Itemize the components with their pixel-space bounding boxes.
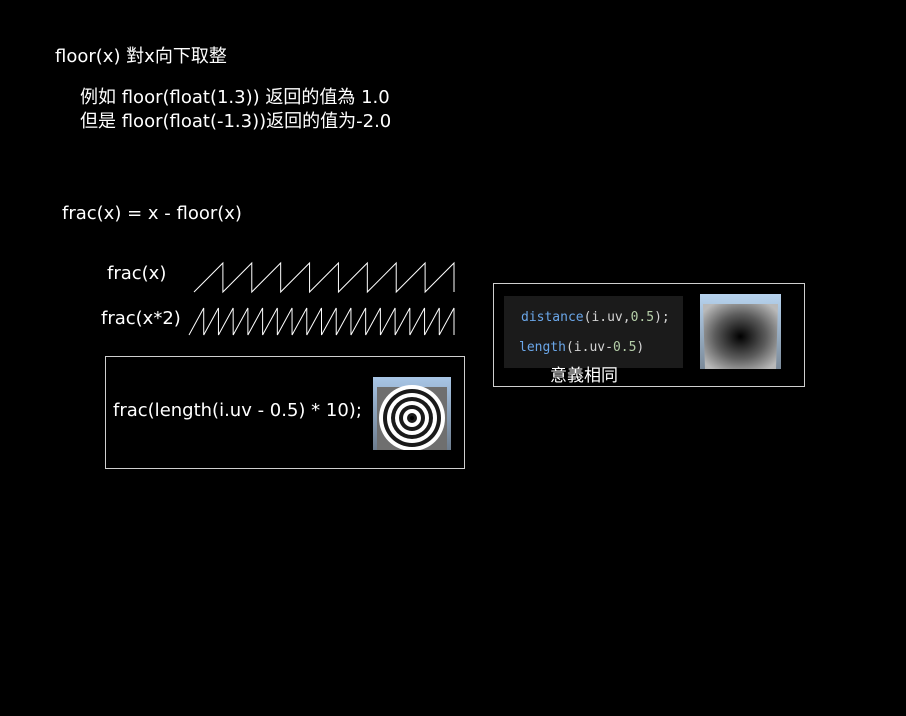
same-meaning-caption: 意義相同: [550, 366, 618, 386]
frac-x-sawtooth: [193, 261, 455, 294]
code-length-num: 0.5: [612, 340, 637, 355]
rings-code-text: frac(length(i.uv - 0.5) * 10);: [113, 400, 362, 421]
rings-example-box: frac(length(i.uv - 0.5) * 10);: [105, 356, 465, 469]
code-line-length: length(i.uv-0.5): [519, 340, 644, 355]
frac-x2-label: frac(x*2): [101, 308, 181, 329]
distance-preview-image: [700, 294, 781, 369]
code-length-fn: length: [519, 340, 566, 355]
floor-heading: floor(x) 對x向下取整: [55, 46, 227, 67]
floor-example-negative: 但是 floor(float(-1.3))返回的值为-2.0: [80, 111, 392, 132]
distance-length-box: distance(i.uv,0.5); length(i.uv-0.5) 意義相…: [493, 283, 805, 387]
code-distance-fn: distance: [521, 310, 584, 325]
frac-x2-sawtooth: [188, 307, 455, 336]
code-distance-tail: );: [654, 310, 670, 325]
ring-center: [410, 416, 414, 420]
code-length-args: (i.uv-: [565, 340, 613, 355]
frac-x-label: frac(x): [107, 263, 167, 284]
code-snippet-panel: distance(i.uv,0.5); length(i.uv-0.5): [504, 296, 683, 368]
code-line-distance: distance(i.uv,0.5);: [521, 310, 670, 325]
floor-example-positive: 例如 floor(float(1.3)) 返回的值為 1.0: [80, 87, 390, 108]
rings-preview-image: [373, 377, 451, 450]
frac-heading: frac(x) = x - floor(x): [62, 203, 242, 224]
code-distance-num: 0.5: [630, 310, 655, 325]
code-distance-args: (i.uv,: [583, 310, 631, 325]
code-length-tail: ): [636, 340, 645, 355]
